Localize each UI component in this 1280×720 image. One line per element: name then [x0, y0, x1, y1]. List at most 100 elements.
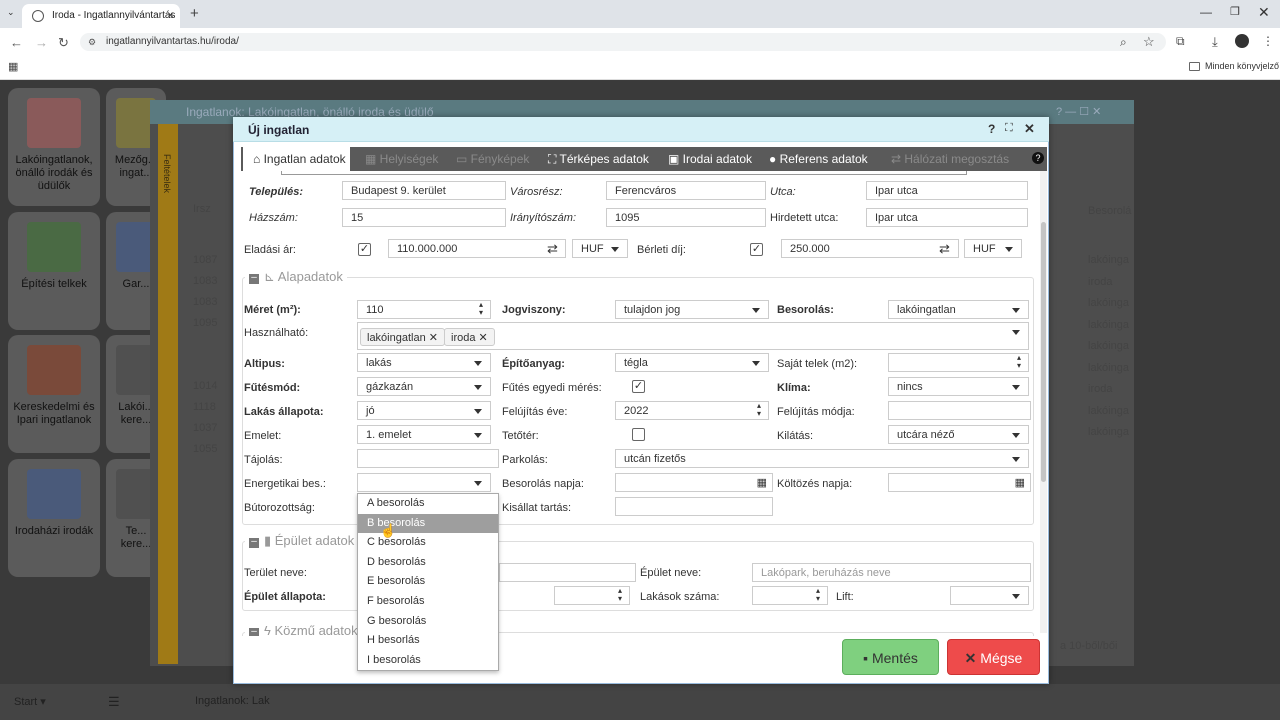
- tetoter-checkbox[interactable]: [632, 428, 645, 441]
- dropdown-option-highlighted[interactable]: B besorolás: [358, 514, 498, 533]
- meret-input[interactable]: 110: [357, 300, 491, 319]
- lakas-allapota-select[interactable]: jó: [357, 401, 491, 420]
- lakasok-szama-input[interactable]: [752, 586, 828, 605]
- all-bookmarks-label[interactable]: Minden könyvjelző: [1205, 61, 1279, 71]
- kozmu-header[interactable]: – ϟ Közmű adatok: [245, 623, 362, 636]
- site-info-icon[interactable]: ⚙: [88, 37, 96, 48]
- bookmark-star-icon[interactable]: ☆: [1143, 34, 1155, 50]
- berleti-currency-select[interactable]: HUF: [964, 239, 1022, 258]
- altipus-select[interactable]: lakás: [357, 353, 491, 372]
- filter-sidebar[interactable]: Feltételek: [158, 124, 178, 664]
- tab-search-icon[interactable]: ⌄: [7, 7, 15, 18]
- close-window-icon[interactable]: ✕: [1258, 4, 1270, 21]
- iranyitoszam-input[interactable]: 1095: [606, 208, 766, 227]
- save-button[interactable]: ▪ Mentés: [842, 639, 939, 675]
- tab-irodai-adatok[interactable]: ▣ Irodai adatok: [668, 147, 752, 171]
- alapadatok-header[interactable]: – ⊾ Alapadatok: [245, 269, 347, 285]
- eladasi-currency-select[interactable]: HUF: [572, 239, 628, 258]
- scrollbar-thumb[interactable]: [1041, 222, 1046, 482]
- hirdetett-utca-input[interactable]: Ipar utca: [866, 208, 1028, 227]
- help-icon[interactable]: ?: [988, 122, 995, 136]
- calendar-icon[interactable]: ▦: [757, 476, 767, 489]
- dropdown-option[interactable]: A besorolás: [358, 494, 498, 513]
- felujitas-modja-input[interactable]: [888, 401, 1031, 420]
- tab-helyisegek[interactable]: ▦ Helyiségek: [365, 147, 438, 171]
- chip-iroda[interactable]: iroda ✕: [444, 328, 495, 346]
- minimize-icon[interactable]: —: [1200, 5, 1212, 19]
- address-bar[interactable]: ingatlannyilvantartas.hu/iroda/: [80, 33, 1166, 51]
- berleti-dij-checkbox[interactable]: ✓: [750, 243, 763, 256]
- tile-lakoingatlanok[interactable]: Lakóingatlanok, önálló irodák és üdülők: [8, 88, 100, 206]
- tab-fenykepek[interactable]: ▭ Fényképek: [456, 147, 529, 171]
- remove-chip-icon[interactable]: ✕: [479, 332, 488, 344]
- futes-egyedi-checkbox[interactable]: ✓: [632, 380, 645, 393]
- tile-epitesi-telkek[interactable]: Építési telkek: [8, 212, 100, 330]
- remove-chip-icon[interactable]: ✕: [429, 332, 438, 344]
- kisallat-input[interactable]: [615, 497, 773, 516]
- tajolas-input[interactable]: [357, 449, 499, 468]
- back-icon[interactable]: ←: [10, 35, 23, 50]
- tab-referens-adatok[interactable]: ● Referens adatok: [769, 147, 868, 171]
- dropdown-option[interactable]: I besorolás: [358, 651, 498, 670]
- dropdown-option[interactable]: H besorlás: [358, 631, 498, 650]
- besorolas-select[interactable]: lakóingatlan: [888, 300, 1029, 319]
- download-icon[interactable]: ⤓: [1212, 34, 1218, 50]
- hamburger-icon[interactable]: ☰: [108, 694, 120, 710]
- lift-select[interactable]: [950, 586, 1029, 605]
- tab-help-icon[interactable]: ?: [1032, 152, 1044, 164]
- eladasi-ar-input[interactable]: 110.000.000: [388, 239, 566, 258]
- hazszam-input[interactable]: 15: [342, 208, 506, 227]
- zoom-icon[interactable]: ⌕: [1120, 35, 1127, 50]
- tile-irodahazi[interactable]: Irodaházi irodák: [8, 459, 100, 577]
- utca-input[interactable]: Ipar utca: [866, 181, 1028, 200]
- exchange-icon[interactable]: ⇄: [939, 241, 950, 257]
- terulet-neve-input[interactable]: [499, 563, 636, 582]
- tab-ingatlan-adatok[interactable]: ⌂ Ingatlan adatok: [243, 147, 350, 171]
- calendar-icon[interactable]: ▦: [1015, 476, 1025, 489]
- hasznalhato-multiselect[interactable]: lakóingatlan ✕ iroda ✕: [357, 322, 1029, 350]
- tile-kereskedelmi[interactable]: Kereskedelmi és Ipari ingatlanok: [8, 335, 100, 453]
- epulet-allapota-input[interactable]: [554, 586, 630, 605]
- dropdown-option[interactable]: F besorolás: [358, 592, 498, 611]
- epitoanyag-select[interactable]: tégla: [615, 353, 769, 372]
- apps-grid-icon[interactable]: ▦: [8, 60, 18, 73]
- energetikai-select[interactable]: [357, 473, 491, 492]
- sajat-telek-input[interactable]: [888, 353, 1029, 372]
- eladasi-ar-checkbox[interactable]: ✓: [358, 243, 371, 256]
- close-tab-icon[interactable]: ×: [167, 8, 174, 22]
- dropdown-option[interactable]: D besorolás: [358, 553, 498, 572]
- restore-icon[interactable]: ❐: [1230, 5, 1240, 18]
- epulet-neve-input[interactable]: Lakópark, beruházás neve: [752, 563, 1031, 582]
- kilatas-select[interactable]: utcára néző: [888, 425, 1029, 444]
- varosresz-input[interactable]: Ferencváros: [606, 181, 766, 200]
- epulet-header[interactable]: – ▮ Épület adatok: [245, 533, 359, 549]
- forward-icon[interactable]: →: [35, 35, 48, 50]
- dropdown-option[interactable]: E besorolás: [358, 572, 498, 591]
- chip-lakoingatlan[interactable]: lakóingatlan ✕: [360, 328, 445, 346]
- berleti-dij-input[interactable]: 250.000: [781, 239, 959, 258]
- felujitas-eve-input[interactable]: 2022: [615, 401, 769, 420]
- maximize-icon[interactable]: ⛶: [1005, 122, 1013, 135]
- jogviszony-select[interactable]: tulajdon jog: [615, 300, 769, 319]
- profile-avatar[interactable]: [1235, 34, 1249, 48]
- futesmod-select[interactable]: gázkazán: [357, 377, 491, 396]
- collapse-icon[interactable]: –: [249, 627, 259, 636]
- dropdown-option[interactable]: C besorolás: [358, 533, 498, 552]
- collapse-icon[interactable]: –: [249, 537, 259, 548]
- reload-icon[interactable]: ↻: [58, 35, 69, 51]
- klima-select[interactable]: nincs: [888, 377, 1029, 396]
- cancel-button[interactable]: ✕ Mégse: [947, 639, 1040, 675]
- dropdown-option[interactable]: G besorolás: [358, 612, 498, 631]
- parkolas-select[interactable]: utcán fizetős: [615, 449, 1029, 468]
- taskbar-item[interactable]: Ingatlanok: Lak: [195, 695, 270, 707]
- emelet-select[interactable]: 1. emelet: [357, 425, 491, 444]
- menu-icon[interactable]: ⋮: [1262, 34, 1274, 48]
- browser-tab[interactable]: Iroda - Ingatlannyilvántartás ×: [22, 4, 180, 28]
- new-tab-icon[interactable]: +: [190, 5, 199, 22]
- collapse-icon[interactable]: –: [249, 273, 259, 284]
- tab-halozati-megosztas[interactable]: ⇄ Hálózati megosztás: [891, 147, 1009, 171]
- start-button[interactable]: Start ▾: [14, 695, 46, 708]
- close-dialog-icon[interactable]: ✕: [1024, 121, 1035, 137]
- besorolas-napja-input[interactable]: ▦: [615, 473, 773, 492]
- extensions-icon[interactable]: ⧉: [1176, 34, 1185, 49]
